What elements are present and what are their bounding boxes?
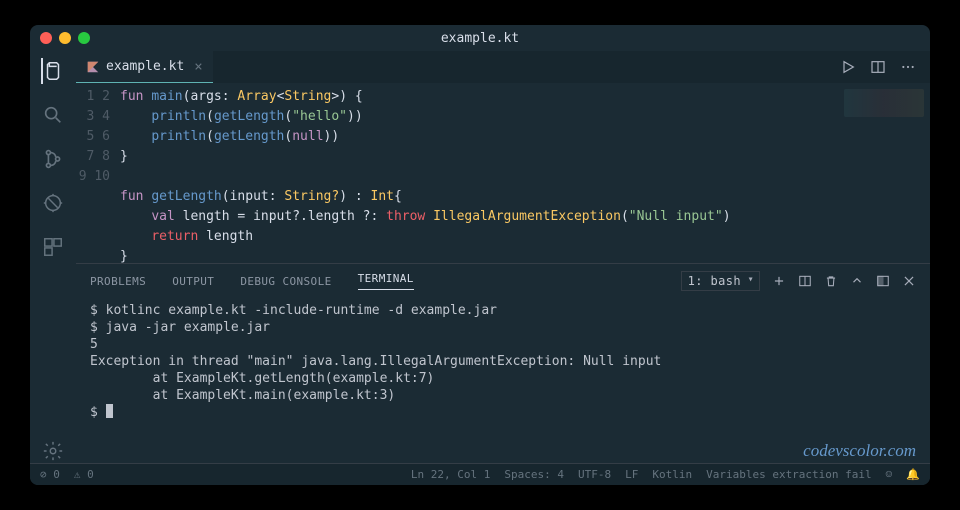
watermark: codevscolor.com <box>803 442 916 459</box>
close-panel-icon[interactable] <box>902 274 916 288</box>
code-content[interactable]: fun main(args: Array<String>) { println(… <box>120 83 930 263</box>
tab-bar: example.kt × <box>76 51 930 83</box>
extensions-icon[interactable] <box>41 235 65 259</box>
panel-tab-problems[interactable]: PROBLEMS <box>90 275 146 288</box>
status-notifications-icon[interactable]: 🔔 <box>906 468 920 481</box>
terminal-selector[interactable]: 1: bash <box>681 271 760 291</box>
search-icon[interactable] <box>41 103 65 127</box>
status-warnings[interactable]: ⚠ 0 <box>74 468 94 481</box>
status-language[interactable]: Kotlin <box>652 468 692 481</box>
bottom-panel: PROBLEMS OUTPUT DEBUG CONSOLE TERMINAL 1… <box>76 263 930 463</box>
kotlin-file-icon <box>86 60 100 74</box>
tab-example-kt[interactable]: example.kt × <box>76 51 213 83</box>
editor-actions <box>840 51 930 83</box>
status-feedback-icon[interactable]: ☺ <box>886 468 893 481</box>
tab-label: example.kt <box>106 59 184 74</box>
settings-gear-icon[interactable] <box>41 439 65 463</box>
terminal-cursor <box>106 404 113 418</box>
toggle-panel-icon[interactable] <box>876 274 890 288</box>
status-extraction[interactable]: Variables extraction fail <box>706 468 872 481</box>
split-editor-icon[interactable] <box>870 59 886 75</box>
kill-terminal-icon[interactable] <box>824 274 838 288</box>
close-tab-icon[interactable]: × <box>194 59 202 75</box>
panel-tab-output[interactable]: OUTPUT <box>172 275 214 288</box>
run-icon[interactable] <box>840 59 856 75</box>
titlebar: example.kt <box>30 25 930 51</box>
explorer-icon[interactable] <box>41 59 65 83</box>
status-errors[interactable]: ⊘ 0 <box>40 468 60 481</box>
new-terminal-icon[interactable] <box>772 274 786 288</box>
status-cursor-position[interactable]: Ln 22, Col 1 <box>411 468 490 481</box>
debug-icon[interactable] <box>41 191 65 215</box>
window-title: example.kt <box>30 31 930 46</box>
terminal-output[interactable]: $ kotlinc example.kt -include-runtime -d… <box>76 298 930 463</box>
split-terminal-icon[interactable] <box>798 274 812 288</box>
status-eol[interactable]: LF <box>625 468 638 481</box>
status-encoding[interactable]: UTF-8 <box>578 468 611 481</box>
source-control-icon[interactable] <box>41 147 65 171</box>
minimap[interactable] <box>844 89 924 117</box>
activity-bar <box>30 51 76 463</box>
panel-tab-terminal[interactable]: TERMINAL <box>358 272 414 290</box>
panel-tab-debug-console[interactable]: DEBUG CONSOLE <box>240 275 331 288</box>
editor-window: example.kt <box>30 25 930 485</box>
more-actions-icon[interactable] <box>900 59 916 75</box>
status-bar: ⊘ 0 ⚠ 0 Ln 22, Col 1 Spaces: 4 UTF-8 LF … <box>30 463 930 485</box>
status-indentation[interactable]: Spaces: 4 <box>504 468 564 481</box>
code-editor[interactable]: 1 2 3 4 5 6 7 8 9 10 fun main(args: Arra… <box>76 83 930 263</box>
panel-tabs: PROBLEMS OUTPUT DEBUG CONSOLE TERMINAL 1… <box>76 264 930 298</box>
line-number-gutter: 1 2 3 4 5 6 7 8 9 10 <box>76 83 120 263</box>
maximize-panel-icon[interactable] <box>850 274 864 288</box>
